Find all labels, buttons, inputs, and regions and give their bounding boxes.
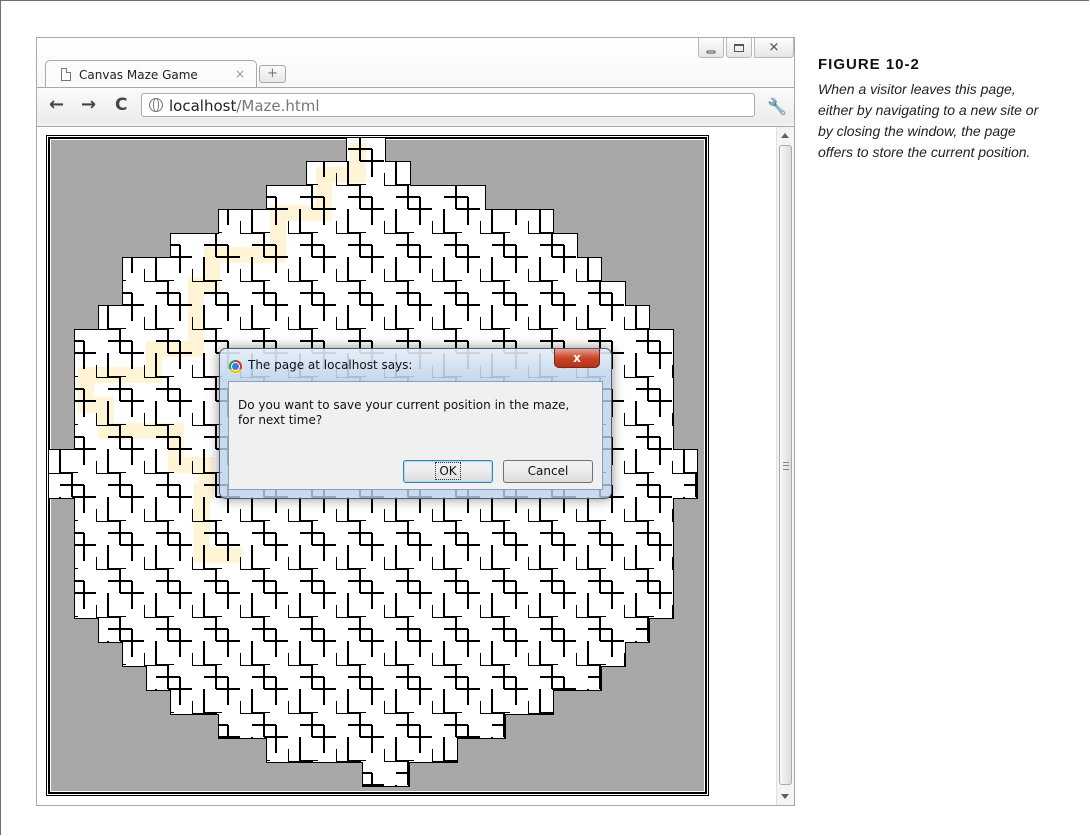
url-host: localhost [169, 97, 237, 115]
maximize-icon [734, 43, 744, 52]
scroll-up-icon[interactable] [781, 133, 789, 138]
forward-button[interactable]: → [81, 96, 96, 114]
dialog-titlebar: The page at localhost says: x [220, 349, 611, 381]
browser-chrome: ✕ Canvas Maze Game × + ← → C localhost/M… [37, 38, 794, 127]
dialog-close-button[interactable]: x [554, 349, 600, 368]
figure-caption: FIGURE 10-2 When a visitor leaves this p… [818, 56, 1068, 163]
page-icon [61, 68, 71, 81]
new-tab-button[interactable]: + [259, 65, 286, 83]
minimize-button[interactable] [698, 38, 724, 58]
cancel-button[interactable]: Cancel [503, 460, 593, 483]
ok-label: OK [435, 462, 461, 480]
scrollbar-thumb[interactable] [779, 145, 792, 785]
tab-title: Canvas Maze Game [79, 68, 198, 82]
back-button[interactable]: ← [49, 96, 64, 114]
chrome-logo-icon [229, 360, 242, 373]
address-bar[interactable]: localhost/Maze.html [141, 93, 755, 117]
reload-button[interactable]: C [115, 96, 127, 114]
url-path: /Maze.html [236, 97, 320, 115]
close-icon: ✕ [768, 40, 780, 55]
maximize-button[interactable] [726, 38, 752, 58]
confirm-dialog: The page at localhost says: x Do you wan… [219, 348, 612, 499]
minimize-icon [706, 50, 716, 53]
window-controls: ✕ [696, 38, 794, 60]
globe-icon [149, 98, 163, 112]
tab-canvas-maze-game[interactable]: Canvas Maze Game × [45, 60, 257, 87]
dialog-title: The page at localhost says: [248, 358, 413, 372]
vertical-scrollbar[interactable] [776, 127, 794, 805]
grip-icon [783, 462, 789, 470]
wrench-icon[interactable]: 🔧 [767, 97, 787, 116]
figure-text: When a visitor leaves this page, either … [818, 81, 1039, 160]
figure-label: FIGURE 10-2 [818, 56, 920, 73]
window-close-button[interactable]: ✕ [754, 38, 794, 58]
ok-button[interactable]: OK [403, 460, 493, 483]
url-text: localhost/Maze.html [169, 97, 320, 115]
dialog-body: Do you want to save your current positio… [228, 381, 603, 490]
dialog-message: Do you want to save your current positio… [238, 398, 570, 427]
toolbar: ← → C localhost/Maze.html 🔧 [37, 87, 794, 123]
tab-close-icon[interactable]: × [235, 67, 245, 81]
scroll-down-icon[interactable] [781, 794, 789, 799]
